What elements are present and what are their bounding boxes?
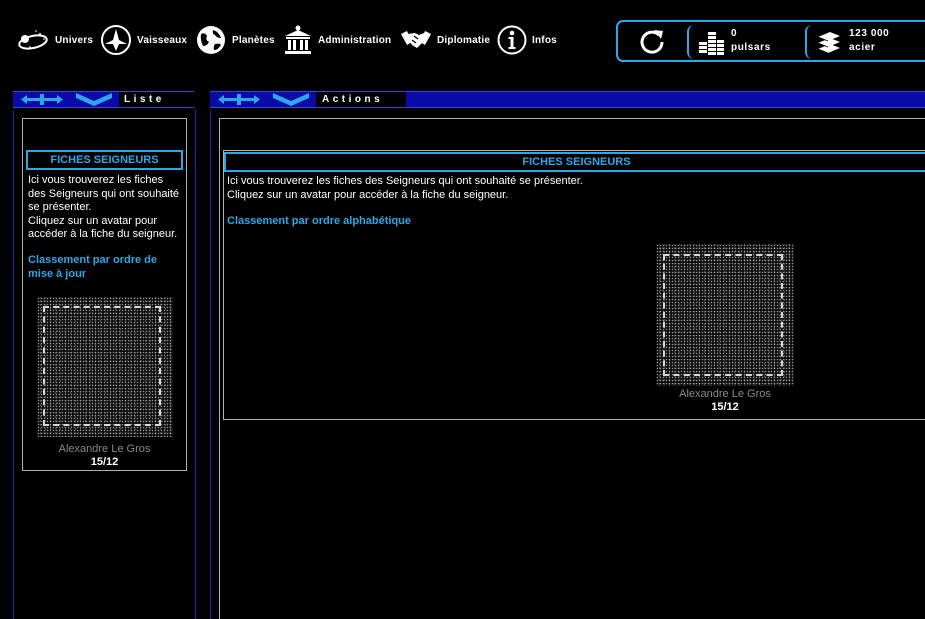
top-navigation: Univers Vaisseaux Planètes Administratio…	[0, 0, 925, 80]
main-description-2: Cliquez sur un avatar pour accéder à la …	[227, 188, 509, 201]
left-description-2: Cliquez sur un avatar pour accéder à la …	[28, 214, 178, 241]
sort-by-update-link[interactable]: Classement par ordre de mise à jour	[28, 253, 178, 281]
sort-alphabetical-link[interactable]: Classement par ordre alphabétique	[227, 214, 627, 228]
left-panel-title: Liste	[124, 94, 165, 105]
acier-amount: 123 000	[849, 28, 890, 39]
ship-icon	[100, 24, 132, 56]
main-panel: FICHES SEIGNEURS Ici vous trouverez les …	[210, 110, 925, 619]
lord-avatar[interactable]	[37, 297, 173, 437]
nav-infos-label: Infos	[532, 34, 557, 46]
lord-avatar[interactable]	[656, 244, 794, 386]
resource-acier: 123 000 acier	[805, 25, 917, 59]
lord-name[interactable]: Alexandre Le Gros	[656, 388, 794, 400]
main-section: FICHES SEIGNEURS Ici vous trouverez les …	[223, 150, 925, 420]
nav-infos[interactable]: Infos	[497, 22, 557, 58]
main-section-title: FICHES SEIGNEURS	[224, 152, 925, 172]
resize-icon[interactable]	[20, 92, 64, 112]
nav-vaisseaux[interactable]: Vaisseaux	[100, 22, 187, 58]
nav-planetes[interactable]: Planètes	[195, 22, 275, 58]
left-panel-header: Liste	[13, 91, 194, 108]
chevron-down-icon[interactable]	[272, 91, 310, 112]
nav-administration-label: Administration	[318, 34, 392, 46]
resize-icon[interactable]	[217, 92, 261, 112]
acier-label: acier	[849, 42, 876, 53]
main-description-1: Ici vous trouverez les fiches des Seigne…	[227, 175, 583, 187]
resource-bar: 0 pulsars 123 000 acier	[616, 20, 925, 62]
refresh-icon[interactable]	[637, 27, 667, 57]
building-icon	[283, 24, 313, 56]
nav-diplomatie-label: Diplomatie	[437, 34, 491, 46]
info-icon	[497, 25, 527, 55]
left-section-title: FICHES SEIGNEURS	[26, 150, 183, 170]
left-panel: FICHES SEIGNEURS Ici vous trouverez les …	[13, 110, 196, 619]
chevron-down-icon[interactable]	[75, 91, 113, 112]
lord-name[interactable]: Alexandre Le Gros	[23, 443, 186, 455]
lord-date: 15/12	[90, 456, 119, 468]
main-panel-header: Actions	[210, 91, 925, 108]
steel-icon	[815, 28, 843, 61]
universe-icon	[16, 25, 50, 55]
nav-planetes-label: Planètes	[232, 34, 275, 46]
coins-icon	[697, 28, 725, 61]
nav-univers[interactable]: Univers	[16, 22, 93, 58]
handshake-icon	[400, 26, 432, 54]
resource-pulsars: 0 pulsars	[687, 25, 789, 59]
pulsars-amount: 0	[731, 28, 738, 39]
main-panel-title: Actions	[322, 94, 384, 105]
nav-vaisseaux-label: Vaisseaux	[137, 34, 188, 46]
left-panel-content: FICHES SEIGNEURS Ici vous trouverez les …	[22, 118, 187, 471]
nav-administration[interactable]: Administration	[283, 22, 391, 58]
planet-icon	[195, 24, 227, 56]
nav-diplomatie[interactable]: Diplomatie	[400, 22, 490, 58]
nav-univers-label: Univers	[55, 34, 94, 46]
left-description-1: Ici vous trouverez les fiches des Seigne…	[28, 174, 180, 213]
lord-date: 15/12	[711, 401, 739, 413]
pulsars-label: pulsars	[731, 42, 771, 53]
